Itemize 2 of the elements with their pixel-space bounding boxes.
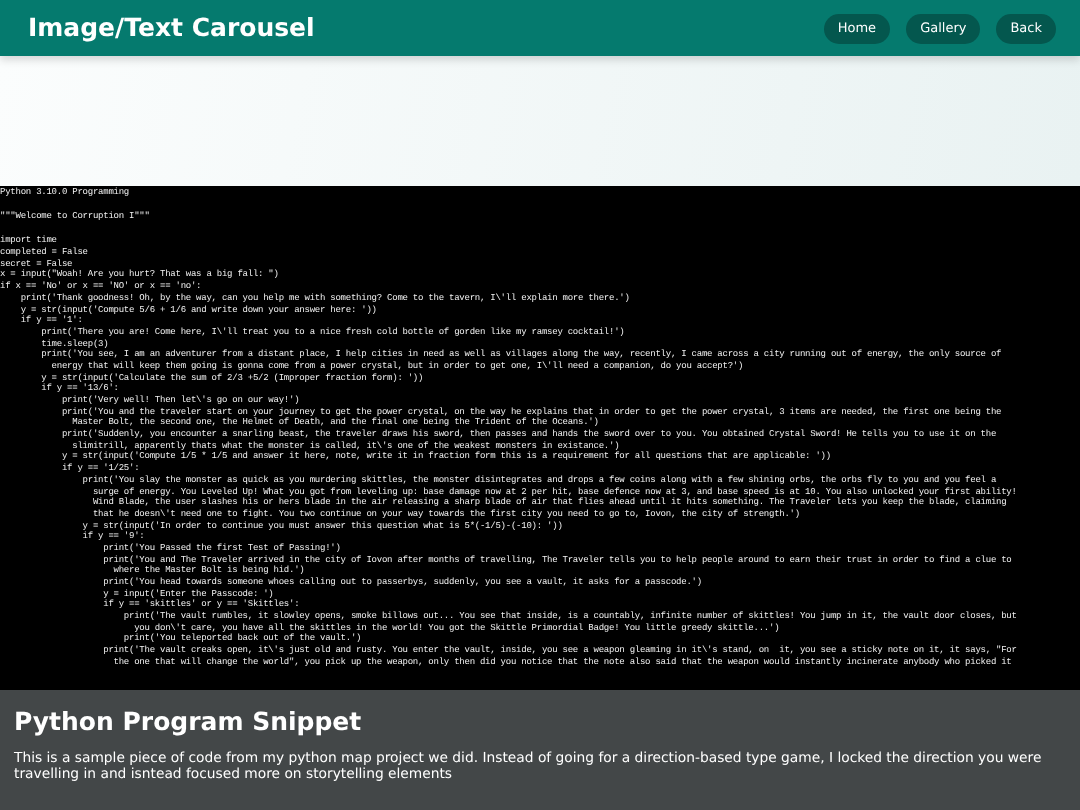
caption-title: Python Program Snippet: [14, 706, 364, 736]
site-title: Image/Text Carousel: [28, 9, 315, 46]
